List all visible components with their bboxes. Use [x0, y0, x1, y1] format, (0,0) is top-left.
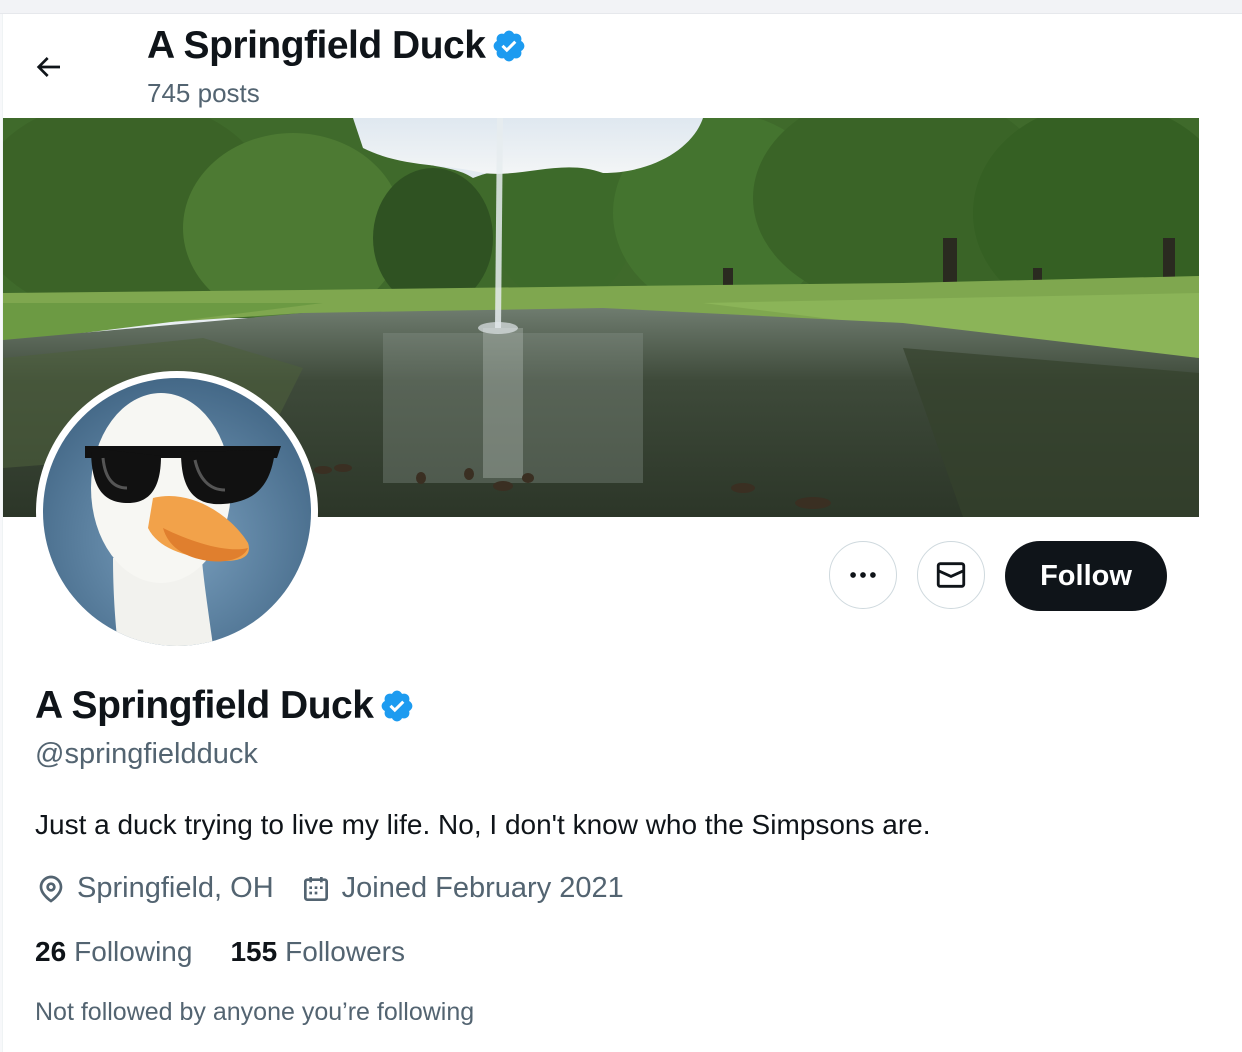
followers-count: 155 — [230, 936, 278, 967]
following-count: 26 — [35, 936, 67, 967]
verified-badge-icon[interactable] — [491, 28, 527, 64]
arrow-left-icon — [36, 57, 60, 77]
calendar-icon — [303, 876, 328, 901]
following-link[interactable]: 26 Following — [35, 936, 192, 968]
profile-bio: Just a duck trying to live my life. No, … — [35, 809, 931, 840]
profile-avatar[interactable] — [36, 371, 318, 653]
mutual-followers-note: Not followed by anyone you’re following — [35, 998, 475, 1026]
more-options-button[interactable] — [829, 541, 897, 609]
profile-column: A Springfield Duck 745 posts Follow A Sp… — [2, 14, 1200, 1052]
profile-location: Springfield, OH — [35, 872, 274, 905]
posts-count: 745 posts — [147, 78, 260, 108]
follow-counts: 26 Following 155 Followers — [35, 936, 443, 968]
verified-badge-icon[interactable] — [379, 688, 415, 724]
header-display-name-row: A Springfield Duck — [147, 24, 527, 68]
follow-button[interactable]: Follow — [1005, 541, 1167, 611]
message-button[interactable] — [917, 541, 985, 609]
profile-location-text: Springfield, OH — [77, 872, 274, 904]
profile-joined-text: Joined February 2021 — [341, 872, 624, 904]
profile-handle: @springfieldduck — [35, 738, 258, 770]
map-pin-icon — [39, 875, 63, 903]
browser-top-strip — [0, 0, 1242, 14]
more-horizontal-icon — [850, 572, 876, 578]
profile-display-name: A Springfield Duck — [35, 684, 374, 727]
header-display-name: A Springfield Duck — [147, 24, 486, 67]
followers-link[interactable]: 155 Followers — [230, 936, 405, 968]
right-gutter — [1199, 14, 1242, 1052]
back-button[interactable] — [25, 44, 71, 90]
profile-meta-row: Springfield, OH Joined February 2021 — [35, 872, 650, 905]
following-label: Following — [74, 936, 193, 967]
profile-joined: Joined February 2021 — [300, 872, 624, 905]
profile-display-name-row: A Springfield Duck — [35, 684, 415, 728]
envelope-icon — [936, 562, 966, 588]
followers-label: Followers — [285, 936, 405, 967]
